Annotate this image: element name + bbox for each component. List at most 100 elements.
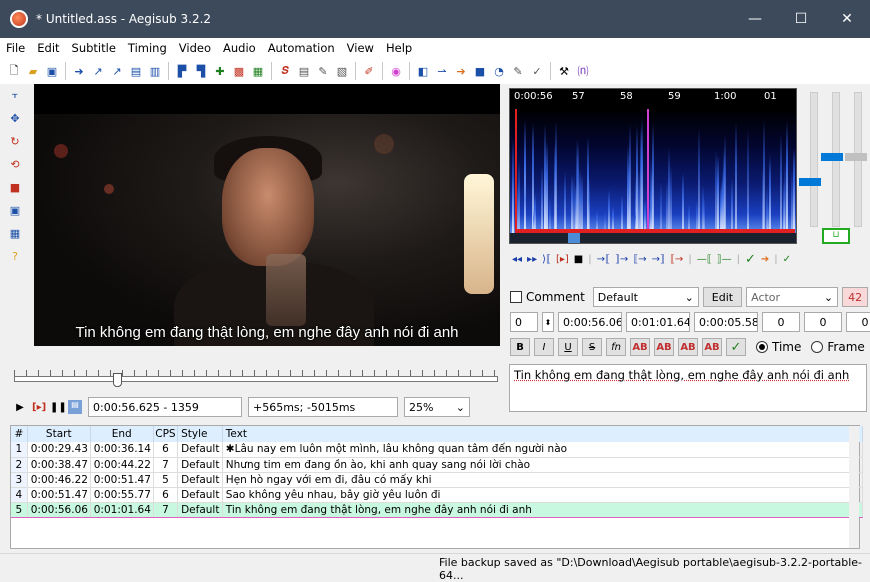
save-icon[interactable]: ▣ — [44, 63, 60, 79]
vector-clip-icon[interactable]: ▦ — [8, 226, 22, 240]
margin-vertical-field[interactable]: 0 — [846, 312, 870, 332]
primary-color-button[interactable]: AB — [630, 338, 650, 356]
outline-color-button[interactable]: AB — [678, 338, 698, 356]
column-header-style[interactable]: Style — [177, 426, 223, 442]
slider-knob[interactable] — [845, 153, 867, 161]
spell-checker-icon[interactable]: ✎ — [510, 63, 526, 79]
help-icon[interactable]: ? — [8, 249, 22, 263]
attachments-icon[interactable]: ▜ — [193, 63, 209, 79]
video-seek-slider[interactable] — [14, 370, 498, 388]
slider-knob[interactable] — [799, 178, 821, 186]
jump-to-icon[interactable]: ➜ — [71, 63, 87, 79]
commit-check-icon[interactable]: ✓ — [726, 338, 746, 356]
underline-button[interactable]: U — [558, 338, 578, 356]
play-500ms-before-icon[interactable]: →⟦ — [597, 254, 610, 265]
menu-audio[interactable]: Audio — [217, 41, 262, 55]
column-header-number[interactable]: # — [11, 426, 28, 442]
play-selection-icon[interactable]: [▸] — [556, 254, 569, 265]
column-header-cps[interactable]: CPS — [153, 426, 179, 442]
automation-icon[interactable]: ✐ — [361, 63, 377, 79]
edit-style-button[interactable]: Edit — [702, 287, 743, 307]
italic-button[interactable]: I — [534, 338, 554, 356]
duration-field[interactable]: 0:00:05.58 — [694, 312, 758, 332]
clip-tool-icon[interactable]: ▣ — [8, 203, 22, 217]
play-before-icon[interactable]: ⟩⟦ — [542, 254, 551, 265]
start-time-field[interactable]: 0:00:56.06 — [558, 312, 622, 332]
close-video-icon[interactable]: ▥ — [147, 63, 163, 79]
play-line-icon[interactable]: [▸] — [32, 402, 46, 413]
menu-video[interactable]: Video — [173, 41, 217, 55]
rotate-z-icon[interactable]: ↻ — [8, 134, 22, 148]
style-select[interactable]: Default ⌄ — [592, 287, 699, 307]
video-offset-field[interactable]: +565ms; -5015ms — [248, 397, 398, 417]
zoom-in-icon[interactable]: ↗ — [90, 63, 106, 79]
video-position-field[interactable]: 0:00:56.625 - 1359 — [88, 397, 242, 417]
margin-right-field[interactable]: 0 — [804, 312, 842, 332]
play-first-500ms-icon[interactable]: ⟦→ — [633, 254, 646, 265]
go-to-next-icon[interactable]: ➔ — [761, 254, 769, 265]
bold-button[interactable]: B — [510, 338, 530, 356]
seek-thumb[interactable] — [113, 373, 122, 387]
menu-file[interactable]: File — [0, 41, 31, 55]
snap-icon[interactable]: ◧ — [415, 63, 431, 79]
time-radio[interactable] — [756, 341, 768, 353]
clock-icon[interactable]: ◔ — [491, 63, 507, 79]
volume-slider[interactable] — [845, 92, 867, 227]
scale-tool-icon[interactable]: ■ — [8, 180, 22, 194]
open-folder-icon[interactable]: ▰ — [25, 63, 41, 79]
zoom-out-icon[interactable]: ↗ — [109, 63, 125, 79]
maximize-button[interactable]: ☐ — [778, 0, 824, 38]
menu-automation[interactable]: Automation — [262, 41, 341, 55]
column-header-start[interactable]: Start — [27, 426, 91, 442]
strikeout-button[interactable]: S — [582, 338, 602, 356]
options-icon[interactable]: ⚒ — [556, 63, 572, 79]
menu-edit[interactable]: Edit — [31, 41, 65, 55]
font-button[interactable]: fn — [606, 338, 626, 356]
rotate-xy-icon[interactable]: ⟲ — [8, 157, 22, 171]
table-row-active[interactable]: 5 0:00:56.06 0:01:01.64 7 Default Tin kh… — [11, 501, 864, 518]
column-header-text[interactable]: Text — [222, 426, 864, 442]
menu-timing[interactable]: Timing — [122, 41, 173, 55]
lead-out-icon[interactable]: ⟧— — [717, 254, 732, 265]
menu-view[interactable]: View — [341, 41, 380, 55]
comment-checkbox[interactable] — [510, 291, 522, 303]
tags-toggle-icon[interactable]: ⒩ — [575, 63, 591, 79]
layer-field[interactable]: 0 — [510, 312, 538, 332]
table-row[interactable]: 2 0:00:38.47 0:00:44.22 7 Default Nhưng … — [11, 457, 864, 473]
selection-end-marker[interactable] — [647, 109, 649, 233]
kanji-timer-icon[interactable]: ◉ — [388, 63, 404, 79]
selection-start-marker[interactable] — [515, 109, 517, 233]
styling-assistant-icon[interactable]: 𝑺 — [277, 63, 293, 79]
translation-assistant-icon[interactable]: ▤ — [296, 63, 312, 79]
play-icon[interactable]: ▶ — [14, 402, 26, 413]
stop-audio-icon[interactable]: ■ — [574, 254, 583, 265]
menu-subtitle[interactable]: Subtitle — [66, 41, 122, 55]
table-row[interactable]: 1 0:00:29.43 0:00:36.14 6 Default ✱Lâu n… — [11, 442, 864, 458]
audio-display[interactable]: 0:00:56 57 58 59 1:00 01 — [509, 88, 797, 244]
play-last-500ms-icon[interactable]: →⟧ — [652, 254, 665, 265]
timing-post-processor-icon[interactable]: ➔ — [453, 63, 469, 79]
video-display[interactable]: Tin không em đang thật lòng, em nghe đây… — [34, 84, 500, 346]
slider-knob[interactable] — [821, 153, 843, 161]
audio-scroll-thumb[interactable] — [568, 233, 580, 243]
end-time-field[interactable]: 0:01:01.64 — [626, 312, 690, 332]
new-file-icon[interactable]: 🗋 — [6, 63, 22, 79]
properties-icon[interactable]: ▛ — [174, 63, 190, 79]
pause-icon[interactable]: ❚❚ — [50, 402, 67, 413]
subtitle-grid[interactable]: # Start End CPS Style Text 1 0:00:29.43 … — [10, 425, 864, 549]
table-row[interactable]: 4 0:00:51.47 0:00:55.77 6 Default Sao kh… — [11, 487, 864, 503]
autoscroll-icon[interactable]: ▤ — [68, 400, 82, 414]
column-header-end[interactable]: End — [90, 426, 154, 442]
vertical-zoom-slider[interactable] — [821, 92, 843, 227]
next-line-icon[interactable]: ▸▸ — [527, 254, 537, 265]
frame-radio[interactable] — [811, 341, 824, 353]
minimize-button[interactable]: — — [732, 0, 778, 38]
close-button[interactable]: ✕ — [824, 0, 870, 38]
drag-tool-icon[interactable]: ✥ — [8, 111, 22, 125]
horizontal-zoom-slider[interactable] — [799, 92, 821, 227]
replace-icon[interactable]: ▧ — [334, 63, 350, 79]
find-icon[interactable]: ✎ — [315, 63, 331, 79]
zoom-select[interactable]: 25% ⌄ — [404, 397, 470, 417]
play-to-end-icon[interactable]: ⟦→ — [670, 254, 683, 265]
table-row[interactable]: 3 0:00:46.22 0:00:51.47 5 Default Hẹn hò… — [11, 472, 864, 488]
